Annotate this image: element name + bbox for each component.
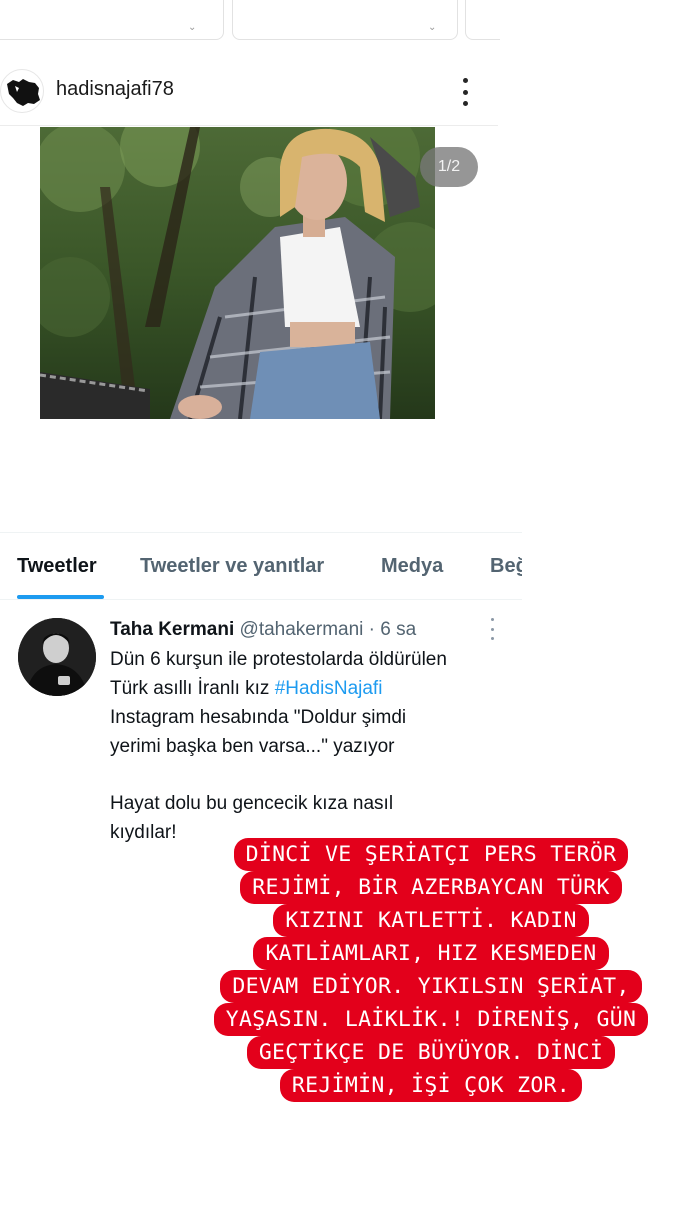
tweet-more-options-icon[interactable] xyxy=(489,618,495,640)
tweet-text-line: Türk asıllı İranlı kız #HadisNajafi xyxy=(110,674,510,703)
post-photo-image xyxy=(40,127,435,419)
story-text-line: KATLİAMLARI, HIZ KESMEDEN xyxy=(253,937,609,970)
story-text-line: REJİMİN, İŞİ ÇOK ZOR. xyxy=(279,1069,583,1102)
tweet-text-line: Instagram hesabında "Doldur şimdi xyxy=(110,707,407,728)
suggestion-card[interactable] xyxy=(465,0,500,40)
tweet-text-line: yerimi başka ben varsa..." yazıyor xyxy=(110,736,395,757)
twitter-profile-tabs: Tweetler Tweetler ve yanıtlar Medya Beğ xyxy=(0,532,522,600)
tab-media[interactable]: Medya xyxy=(381,555,443,578)
chevron-down-icon: ⌄ xyxy=(188,22,197,33)
more-options-icon[interactable] xyxy=(455,75,475,109)
story-text-line: DEVAM EDİYOR. YIKILSIN ŞERİAT, xyxy=(220,970,642,1003)
hashtag-link[interactable]: #HadisNajafi xyxy=(275,678,383,699)
post-photo[interactable] xyxy=(40,127,435,419)
story-text-overlay: DİNCİ VE ŞERİATÇI PERS TERÖR REJİMİ, BİR… xyxy=(200,838,662,1110)
iran-map-icon xyxy=(7,79,40,106)
tweet-author-handle[interactable]: @tahakermani xyxy=(240,619,364,640)
story-text-line: YAŞASIN. LAİKLİK.! DİRENİŞ, GÜN xyxy=(213,1003,649,1036)
instagram-top-suggestions: ⌄ ⌄ xyxy=(0,0,500,44)
tweet-timestamp[interactable]: 6 sa xyxy=(380,619,416,640)
tab-tweets[interactable]: Tweetler xyxy=(17,555,97,578)
avatar-image xyxy=(18,618,96,696)
tab-tweets-and-replies[interactable]: Tweetler ve yanıtlar xyxy=(140,555,324,578)
tweet-text-line: Hayat dolu bu gencecik kıza nasıl xyxy=(110,793,394,814)
instagram-username[interactable]: hadisnajafi78 xyxy=(56,78,174,101)
tweet-header: Taha Kermani @tahakermani · 6 sa xyxy=(110,619,510,641)
story-text-line: GEÇTİKÇE DE BÜYÜYOR. DİNCİ xyxy=(246,1036,616,1069)
chevron-down-icon: ⌄ xyxy=(428,22,437,33)
tweet-author-avatar[interactable] xyxy=(18,618,96,696)
suggestion-card[interactable]: ⌄ xyxy=(232,0,458,40)
separator-dot: · xyxy=(363,619,381,640)
photo-counter-badge: 1/2 xyxy=(420,147,478,187)
story-text-line: KIZINI KATLETTİ. KADIN xyxy=(273,904,589,937)
tweet-text-line: Dün 6 kurşun ile protestolarda öldürülen xyxy=(110,649,447,670)
instagram-post-header: hadisnajafi78 xyxy=(0,60,498,126)
story-text-line: REJİMİ, BİR AZERBAYCAN TÜRK xyxy=(240,871,622,904)
tab-likes[interactable]: Beğ xyxy=(490,555,522,578)
story-text-line: DİNCİ VE ŞERİATÇI PERS TERÖR xyxy=(233,838,629,871)
tweet-author-name[interactable]: Taha Kermani xyxy=(110,619,234,640)
active-tab-indicator xyxy=(17,595,104,599)
tweet-text-segment: Türk asıllı İranlı kız xyxy=(110,678,275,699)
avatar[interactable] xyxy=(0,69,44,113)
suggestion-card[interactable]: ⌄ xyxy=(0,0,224,40)
